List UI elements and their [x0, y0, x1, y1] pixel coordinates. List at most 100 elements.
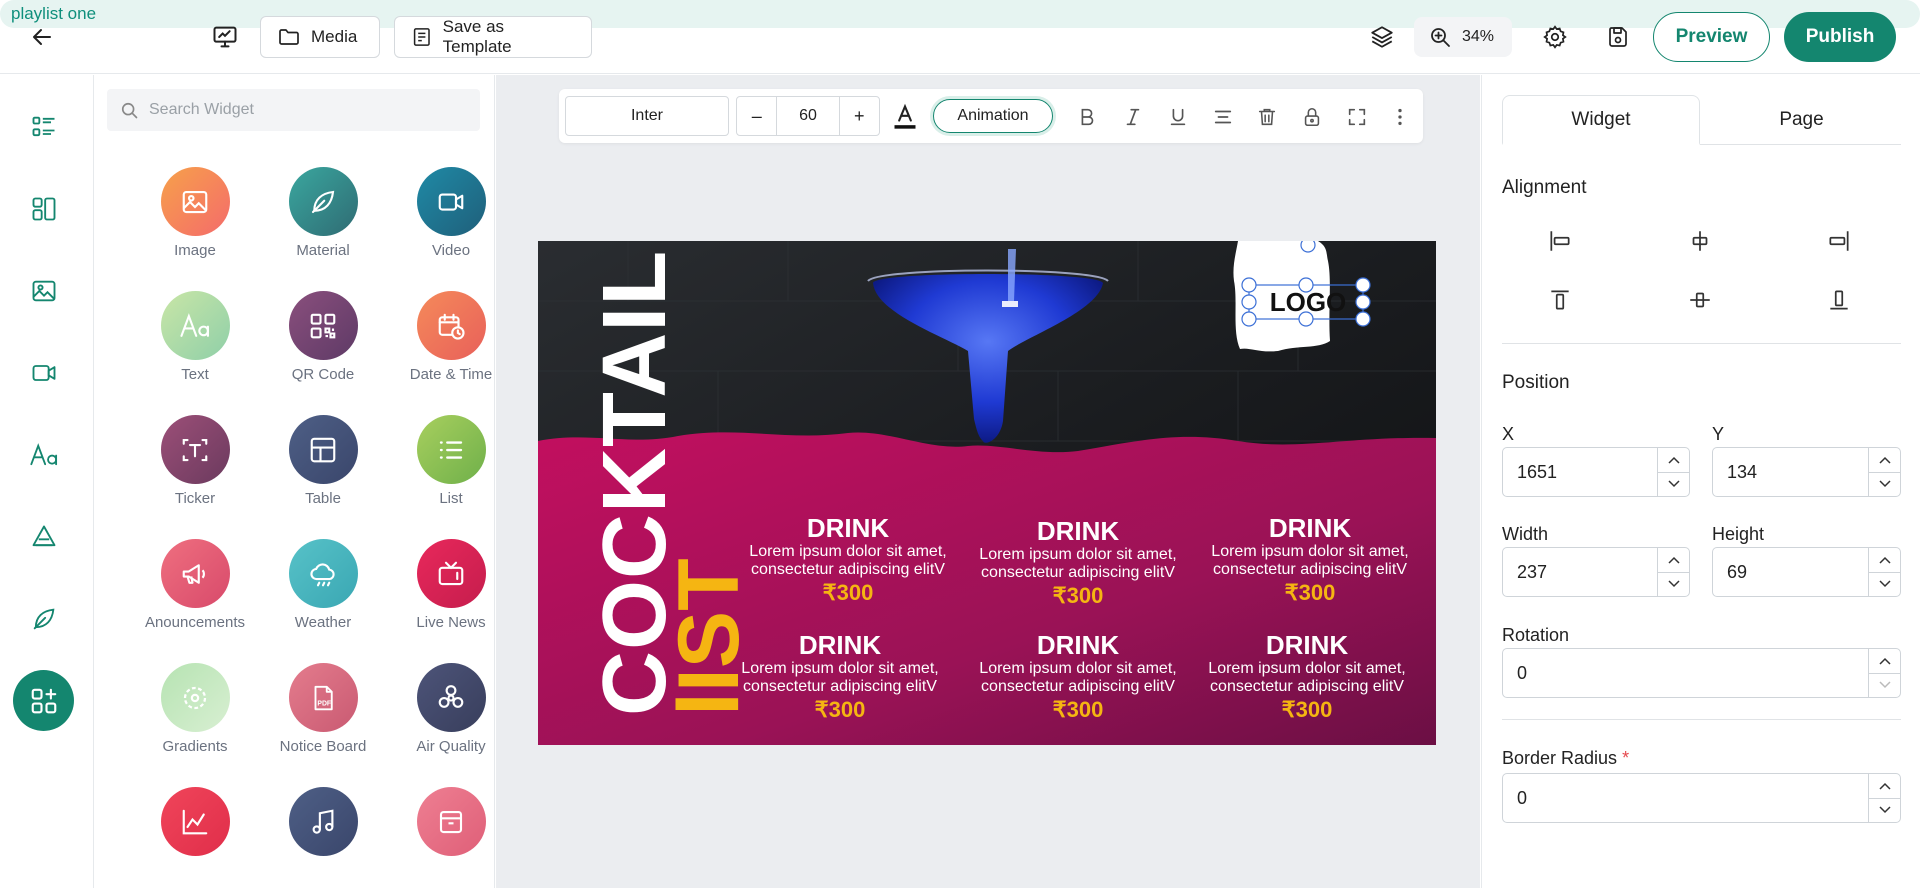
chevron-down-icon[interactable] [1869, 471, 1900, 497]
font-size-increase-button[interactable]: + [840, 97, 879, 135]
widget-text[interactable]: Text [131, 291, 259, 401]
widget-chart[interactable] [131, 787, 259, 888]
rail-layout-button[interactable] [24, 189, 64, 229]
calendar-clock-icon [416, 291, 486, 360]
lock-button[interactable] [1297, 102, 1327, 132]
layers-button[interactable] [1362, 17, 1402, 57]
menu-item[interactable]: DRINK Lorem ipsum dolor sit amet, consec… [743, 513, 953, 607]
chevron-up-icon[interactable] [1869, 548, 1900, 572]
align-bottom-button[interactable] [1819, 280, 1859, 320]
menu-item[interactable]: DRINK Lorem ipsum dolor sit amet, consec… [973, 516, 1183, 610]
align-button[interactable] [1208, 102, 1238, 132]
chevron-down-icon[interactable] [1869, 797, 1900, 823]
italic-button[interactable] [1118, 102, 1148, 132]
animation-button[interactable]: Animation [933, 99, 1053, 133]
chart-icon [160, 787, 230, 856]
x-input[interactable]: 1651 [1502, 447, 1690, 497]
font-size-stepper: – 60 + [736, 96, 880, 136]
menu-item[interactable]: DRINK Lorem ipsum dolor sit amet, consec… [1205, 513, 1415, 607]
save-button[interactable] [1598, 17, 1638, 57]
zoom-control[interactable]: 34% [1414, 17, 1512, 57]
widget-air-quality[interactable]: Air Quality [387, 663, 494, 773]
settings-button[interactable] [1535, 17, 1575, 57]
menu-item[interactable]: DRINK Lorem ipsum dolor sit amet, consec… [1202, 630, 1412, 724]
widget-list[interactable]: List [387, 415, 494, 525]
align-right-button[interactable] [1819, 221, 1859, 261]
widget-label: Gradients [162, 738, 228, 755]
align-middle-button[interactable] [1680, 280, 1720, 320]
widget-qr-code[interactable]: QR Code [259, 291, 387, 401]
media-button[interactable]: Media [260, 16, 380, 58]
menu-item[interactable]: DRINK Lorem ipsum dolor sit amet, consec… [735, 630, 945, 724]
widget-table[interactable]: Table [259, 415, 387, 525]
font-select[interactable]: Inter [565, 96, 729, 136]
chevron-down-icon[interactable] [1658, 471, 1689, 497]
rail-images-button[interactable] [24, 271, 64, 311]
back-button[interactable] [20, 15, 64, 59]
rail-templates-button[interactable] [24, 107, 64, 147]
widget-image[interactable]: Image [131, 167, 259, 277]
widget-video[interactable]: Video [387, 167, 494, 277]
align-center-h-button[interactable] [1680, 221, 1720, 261]
width-spinner [1657, 548, 1689, 596]
canvas-area: Inter – 60 + Animation LOGO COCKTAIL lIS… [496, 75, 1480, 888]
width-value: 237 [1517, 561, 1548, 582]
more-button[interactable] [1385, 102, 1415, 132]
text-color-button[interactable] [890, 102, 920, 132]
design-artboard[interactable]: LOGO COCKTAIL lIST DRINK Lorem ipsum dol… [538, 241, 1436, 745]
widget-music[interactable] [259, 787, 387, 888]
menu-item-desc: Lorem ipsum dolor sit amet, [749, 543, 947, 560]
widget-announcements[interactable]: Anouncements [131, 539, 259, 649]
widget-gradients[interactable]: Gradients [131, 663, 259, 773]
widget-live-news[interactable]: Live News [387, 539, 494, 649]
tab-page[interactable]: Page [1702, 95, 1901, 145]
border-radius-input[interactable]: 0 [1502, 773, 1901, 823]
rail-widgets-button[interactable] [13, 670, 74, 731]
widget-weather[interactable]: Weather [259, 539, 387, 649]
pdf-icon: PDF [288, 663, 358, 732]
align-left-button[interactable] [1540, 221, 1580, 261]
search-input[interactable] [149, 101, 469, 119]
widget-material[interactable]: Material [259, 167, 387, 277]
tab-widget[interactable]: Widget [1502, 95, 1700, 145]
publish-button[interactable]: Publish [1784, 12, 1896, 62]
chevron-down-icon[interactable] [1869, 571, 1900, 597]
menu-item[interactable]: DRINK Lorem ipsum dolor sit amet, consec… [973, 630, 1183, 724]
rail-material-button[interactable] [24, 599, 64, 639]
chevron-up-icon[interactable] [1658, 448, 1689, 472]
chevron-up-icon[interactable] [1869, 448, 1900, 472]
chevron-down-icon[interactable] [1658, 571, 1689, 597]
menu-item-desc: Lorem ipsum dolor sit amet, [1211, 543, 1409, 560]
preview-button[interactable]: Preview [1653, 12, 1770, 62]
save-template-label: Save as Template [442, 17, 512, 56]
save-template-button[interactable]: Save as Template [394, 16, 592, 58]
underline-button[interactable] [1163, 102, 1193, 132]
rail-videos-button[interactable] [24, 353, 64, 393]
height-input[interactable]: 69 [1712, 547, 1901, 597]
align-center-vertical-icon [1690, 292, 1710, 308]
font-size-value[interactable]: 60 [776, 97, 840, 135]
logo-text[interactable]: LOGO [1238, 285, 1378, 319]
bold-button[interactable] [1072, 102, 1102, 132]
chevron-up-icon[interactable] [1869, 774, 1900, 798]
fullscreen-button[interactable] [1342, 102, 1372, 132]
align-top-button[interactable] [1540, 280, 1580, 320]
chevron-up-icon[interactable] [1658, 548, 1689, 572]
screen-preview-button[interactable] [205, 17, 245, 57]
chevron-down-icon[interactable] [1869, 672, 1900, 698]
widget-archive[interactable] [387, 787, 494, 888]
rail-text-button[interactable] [24, 435, 64, 475]
widget-date-time[interactable]: Date & Time [387, 291, 494, 401]
width-input[interactable]: 237 [1502, 547, 1690, 597]
widget-ticker[interactable]: Ticker [131, 415, 259, 525]
widget-label: Video [431, 242, 471, 259]
delete-button[interactable] [1252, 102, 1282, 132]
widget-notice-board[interactable]: PDF Notice Board [259, 663, 387, 773]
rotation-input[interactable]: 0 [1502, 648, 1901, 698]
font-size-decrease-button[interactable]: – [737, 97, 776, 135]
chevron-up-icon[interactable] [1869, 649, 1900, 673]
rail-shapes-button[interactable] [24, 517, 64, 557]
y-input[interactable]: 134 [1712, 447, 1901, 497]
zoom-level: 34% [1462, 28, 1495, 45]
menu-item-price: ₹300 [822, 580, 874, 605]
